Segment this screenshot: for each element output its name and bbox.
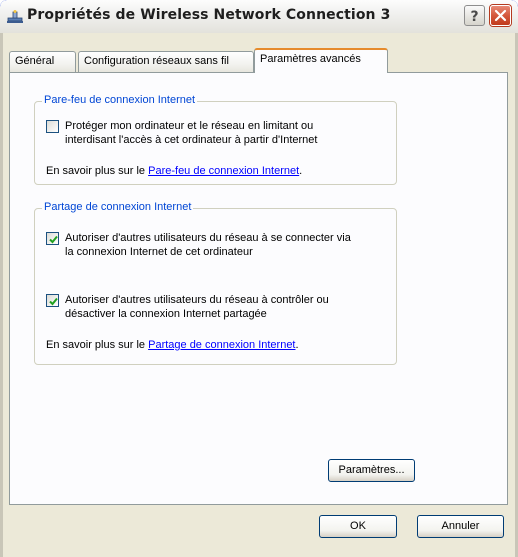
firewall-learn-more-prefix: En savoir plus sur le	[46, 165, 149, 177]
sharing-group: Partage de connexion Internet Autoriser …	[34, 201, 397, 365]
tab-general[interactable]: Général	[9, 51, 76, 72]
tab-wireless-networks[interactable]: Configuration réseaux sans fil	[78, 51, 254, 72]
ok-button[interactable]: OK	[319, 515, 397, 538]
sharing-learn-more: En savoir plus sur le Partage de connexi…	[46, 338, 299, 352]
tab-advanced[interactable]: Paramètres avancés	[254, 48, 388, 73]
firewall-help-link[interactable]: Pare-feu de connexion Internet	[148, 165, 299, 177]
window-title: Propriétés de Wireless Network Connectio…	[27, 7, 391, 23]
firewall-checkbox-label-line2[interactable]: interdisant l'accès à cet ordinateur à p…	[65, 133, 317, 147]
firewall-checkbox-label-line1[interactable]: Protéger mon ordinateur et le réseau en …	[65, 119, 313, 133]
help-icon: ?	[470, 9, 478, 25]
firewall-learn-more-suffix: .	[299, 165, 303, 177]
sharing-allow-connect-label-line2[interactable]: la connexion Internet de cet ordinateur	[65, 245, 253, 259]
tab-general-label: Général	[15, 55, 55, 67]
cancel-button[interactable]: Annuler	[417, 515, 504, 538]
tab-wireless-networks-label: Configuration réseaux sans fil	[84, 55, 229, 67]
sharing-group-legend: Partage de connexion Internet	[42, 201, 194, 213]
checkmark-icon	[49, 297, 58, 306]
firewall-group: Pare-feu de connexion Internet Protéger …	[34, 94, 397, 185]
checkmark-icon	[49, 235, 58, 244]
help-button[interactable]: ?	[464, 5, 485, 26]
svg-text:?: ?	[470, 9, 478, 25]
sharing-learn-more-prefix: En savoir plus sur le	[46, 339, 149, 351]
sharing-allow-control-checkbox[interactable]	[46, 294, 59, 307]
firewall-group-legend: Pare-feu de connexion Internet	[42, 94, 198, 106]
dialog-window: Propriétés de Wireless Network Connectio…	[0, 0, 518, 557]
settings-button[interactable]: Paramètres...	[328, 459, 415, 482]
tab-panel-advanced: Pare-feu de connexion Internet Protéger …	[9, 72, 508, 505]
sharing-allow-connect-checkbox[interactable]	[46, 232, 59, 245]
close-icon	[494, 9, 507, 22]
tab-advanced-label: Paramètres avancés	[260, 53, 361, 65]
close-button[interactable]	[490, 5, 511, 26]
sharing-allow-connect-label-line1[interactable]: Autoriser d'autres utilisateurs du résea…	[65, 231, 351, 245]
firewall-learn-more: En savoir plus sur le Pare-feu de connex…	[46, 164, 302, 178]
sharing-allow-control-label-line2[interactable]: désactiver la connexion Internet partagé…	[65, 307, 267, 321]
sharing-allow-control-label-line1[interactable]: Autoriser d'autres utilisateurs du résea…	[65, 293, 329, 307]
sharing-learn-more-suffix: .	[295, 339, 299, 351]
title-bar[interactable]: Propriétés de Wireless Network Connectio…	[0, 0, 518, 33]
sharing-help-link[interactable]: Partage de connexion Internet	[148, 339, 295, 351]
firewall-checkbox[interactable]	[46, 120, 59, 133]
network-connection-icon	[6, 9, 24, 25]
